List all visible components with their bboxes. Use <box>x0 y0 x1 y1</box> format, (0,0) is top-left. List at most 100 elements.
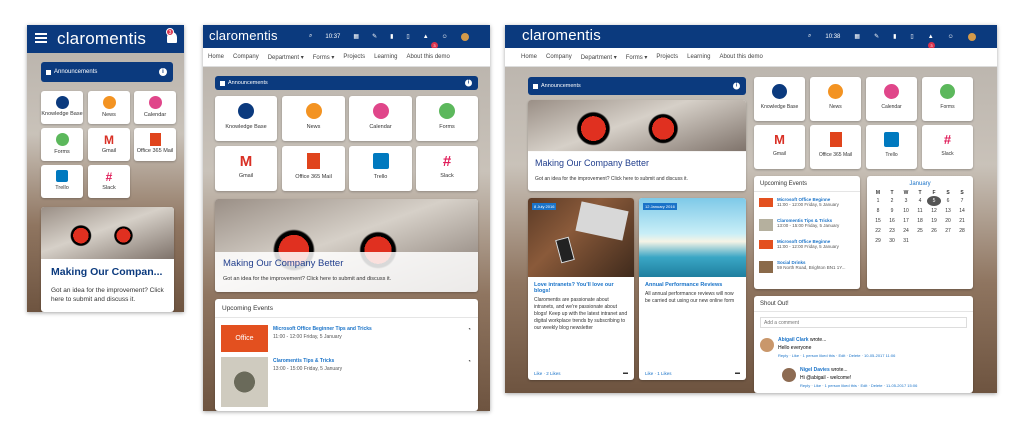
bell-icon[interactable]: ▲ <box>423 34 429 40</box>
announcements-bar[interactable]: Announcements i <box>41 62 173 82</box>
pen-icon[interactable]: ✎ <box>874 33 879 40</box>
calendar-day[interactable]: 15 <box>871 216 885 226</box>
calendar-day-today[interactable]: 5 <box>927 196 941 206</box>
calendar-day[interactable]: 2 <box>885 196 899 206</box>
calendar-day[interactable]: 31 <box>899 236 913 246</box>
nav-department[interactable]: Department ▾ <box>581 54 617 61</box>
calendar-day[interactable] <box>927 236 941 246</box>
people-icon[interactable]: ☺ <box>442 34 448 40</box>
comment-icon[interactable]: ▬ <box>735 370 740 376</box>
nav-projects[interactable]: Projects <box>656 54 678 60</box>
app-tile-slack[interactable]: # Slack <box>416 146 478 191</box>
search-icon[interactable]: ⌕ <box>808 33 811 40</box>
info-icon[interactable]: i <box>159 68 167 76</box>
event-row[interactable]: Microsoft Office Beginner Tips and Trick… <box>273 326 372 340</box>
nav-home[interactable]: Home <box>208 54 224 60</box>
nav-learning[interactable]: Learning <box>374 54 397 60</box>
event-row[interactable]: Social Drinks 59 North Road, Brighton BN… <box>777 260 845 270</box>
calendar-day[interactable]: 25 <box>913 226 927 236</box>
calendar-day[interactable]: 23 <box>885 226 899 236</box>
blog-likes[interactable]: Like · 1 Likes <box>645 371 672 376</box>
app-tile-forms[interactable]: Forms <box>922 77 973 121</box>
calendar-day[interactable]: 27 <box>941 226 955 236</box>
avatar[interactable] <box>967 32 976 41</box>
calendar-day[interactable]: 6 <box>941 196 955 206</box>
app-tile-gmail[interactable]: M Gmail <box>754 125 805 169</box>
pen-icon[interactable]: ✎ <box>372 33 377 40</box>
blog-card[interactable]: 12 January 2016 Annual Performance Revie… <box>639 198 746 380</box>
calendar-day[interactable]: 3 <box>899 196 913 206</box>
post-author[interactable]: Nigel Davies <box>800 367 830 373</box>
hero-card[interactable]: Making Our Compan... Got an idea for the… <box>41 207 174 312</box>
app-tile-forms[interactable]: Forms <box>416 96 478 141</box>
search-icon[interactable]: ⌕ <box>309 33 312 40</box>
event-title[interactable]: Microsoft Office Beginner Tips and Trick… <box>273 326 372 332</box>
app-tile-trello[interactable]: Trello <box>866 125 917 169</box>
app-tile-office-365-mail[interactable]: Office 365 Mail <box>134 128 176 161</box>
hero-title[interactable]: Making Our Company Better <box>223 258 343 269</box>
app-tile-calendar[interactable]: Calendar <box>866 77 917 121</box>
app-tile-knowledge-base[interactable]: Knowledge Base <box>215 96 277 141</box>
brand-logo[interactable]: claromentis <box>209 28 278 43</box>
apps-grid-icon[interactable]: ▦ <box>353 33 359 40</box>
app-tile-knowledge-base[interactable]: Knowledge Base <box>754 77 805 121</box>
apps-grid-icon[interactable]: ▦ <box>854 33 860 40</box>
nav-company[interactable]: Company <box>546 54 572 60</box>
nav-company[interactable]: Company <box>233 54 259 60</box>
app-tile-knowledge-base[interactable]: Knowledge Base <box>41 91 83 124</box>
app-tile-gmail[interactable]: M Gmail <box>88 128 130 161</box>
blog-title[interactable]: Annual Performance Reviews <box>645 282 740 288</box>
event-row[interactable]: Claromentis Tips & Tricks 13:00 - 15:00 … <box>777 218 839 228</box>
app-tile-calendar[interactable]: Calendar <box>349 96 412 141</box>
app-tile-trello[interactable]: Trello <box>349 146 412 191</box>
comment-icon[interactable]: ▬ <box>623 370 628 376</box>
nav-projects[interactable]: Projects <box>343 54 365 60</box>
app-tile-office-365-mail[interactable]: Office 365 Mail <box>282 146 345 191</box>
calendar-day[interactable]: 30 <box>885 236 899 246</box>
bookmark-icon[interactable]: ▮ <box>893 33 896 40</box>
event-row[interactable]: Claromentis Tips & Tricks 13:00 - 15:00 … <box>273 358 342 372</box>
calendar-day[interactable] <box>955 236 969 246</box>
event-row[interactable]: Microsoft Office Beginne 11:00 - 12:00 F… <box>777 239 839 249</box>
calendar-day[interactable] <box>941 236 955 246</box>
app-tile-calendar[interactable]: Calendar <box>134 91 176 124</box>
bookmark-icon[interactable]: ▮ <box>390 33 393 40</box>
calendar-day[interactable]: 11 <box>913 206 927 216</box>
app-tile-trello[interactable]: Trello <box>41 165 83 198</box>
app-tile-slack[interactable]: # Slack <box>88 165 130 198</box>
calendar-day[interactable]: 10 <box>899 206 913 216</box>
blog-title[interactable]: Love intranets? You'll love our blogs! <box>534 282 628 294</box>
nav-learning[interactable]: Learning <box>687 54 710 60</box>
hero-card[interactable]: Making Our Company Better Got an idea fo… <box>528 100 746 191</box>
hero-title[interactable]: Making Our Compan... <box>51 266 162 278</box>
calendar-day[interactable]: 29 <box>871 236 885 246</box>
nav-forms[interactable]: Forms ▾ <box>313 54 335 61</box>
brand-logo[interactable]: claromentis <box>522 27 601 44</box>
blog-card[interactable]: 8 July 2016 Love intranets? You'll love … <box>528 198 634 380</box>
event-actions-icon[interactable]: ◔ <box>467 359 471 365</box>
avatar[interactable] <box>460 32 469 41</box>
calendar-day[interactable]: 28 <box>955 226 969 236</box>
app-tile-news[interactable]: News <box>88 91 130 124</box>
calendar-day[interactable]: 13 <box>941 206 955 216</box>
calendar-day[interactable]: 1 <box>871 196 885 206</box>
hamburger-icon[interactable] <box>35 33 47 43</box>
app-tile-slack[interactable]: # Slack <box>922 125 973 169</box>
calendar-day[interactable]: 14 <box>955 206 969 216</box>
post-meta[interactable]: Reply · Like · 1 person liked this · Edi… <box>778 353 895 358</box>
comment-input[interactable] <box>760 317 967 328</box>
calendar-day[interactable]: 4 <box>913 196 927 206</box>
post-author[interactable]: Abigail Clark <box>778 337 809 343</box>
bell-icon[interactable]: ▲ <box>928 34 934 40</box>
calendar-day[interactable]: 21 <box>955 216 969 226</box>
app-tile-forms[interactable]: Forms <box>41 128 83 161</box>
nav-about[interactable]: About this demo <box>719 54 762 60</box>
nav-home[interactable]: Home <box>521 54 537 60</box>
nav-department[interactable]: Department ▾ <box>268 54 304 61</box>
event-row[interactable]: Microsoft Office Beginne 11:00 - 12:00 F… <box>777 197 839 207</box>
app-tile-news[interactable]: News <box>810 77 861 121</box>
calendar-day[interactable]: 26 <box>927 226 941 236</box>
calendar-day[interactable]: 19 <box>927 216 941 226</box>
calendar-day[interactable]: 7 <box>955 196 969 206</box>
people-icon[interactable]: ☺ <box>948 34 954 40</box>
